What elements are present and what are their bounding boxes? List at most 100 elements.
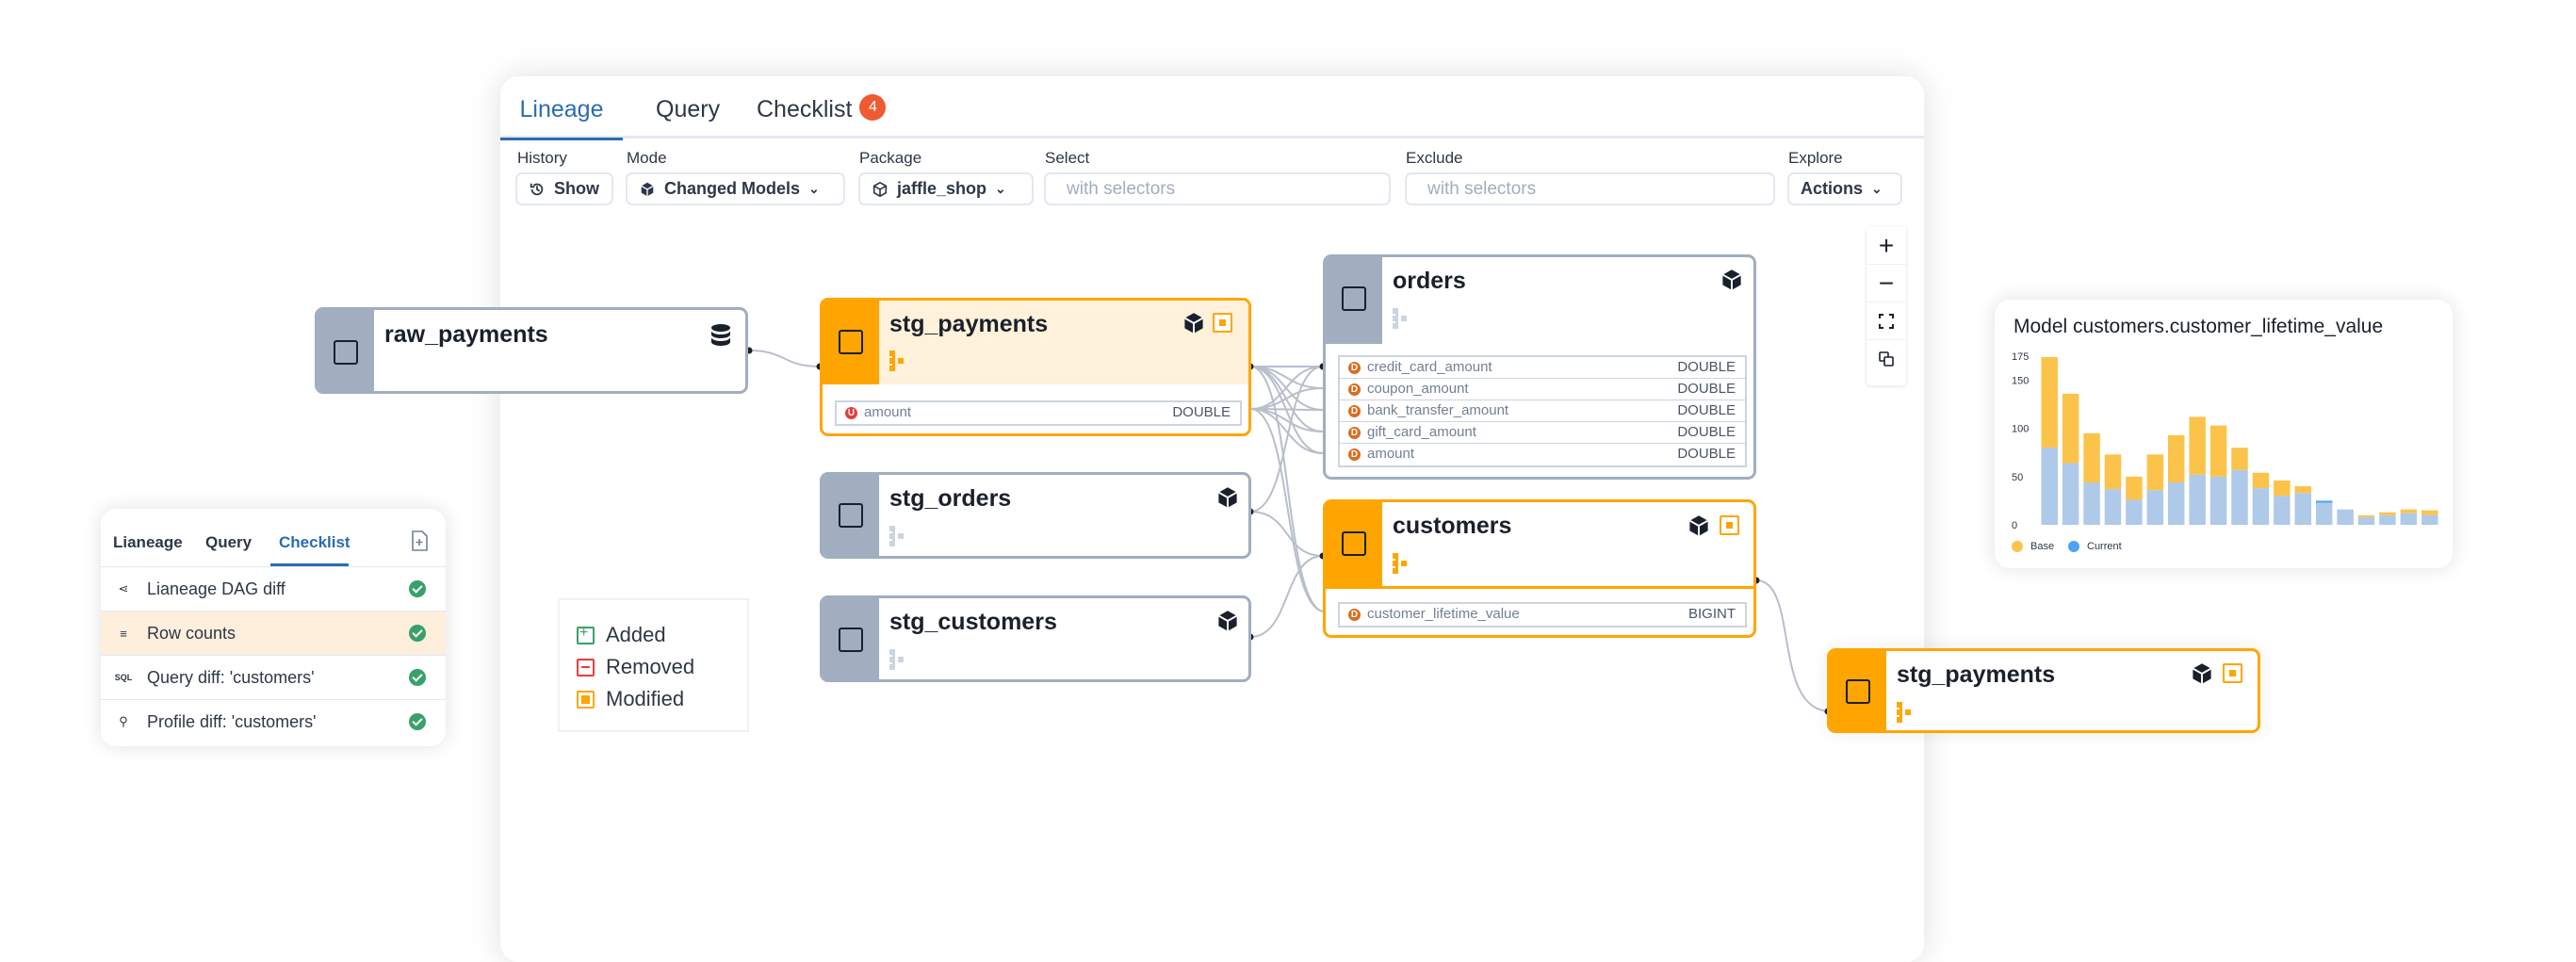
model-cube-icon (1183, 313, 1204, 334)
check-circle-icon (409, 713, 426, 730)
node-stg-orders[interactable]: stg_orders (820, 472, 1251, 559)
node-title: customers (1393, 513, 1512, 539)
legend-base: Base (2012, 541, 2054, 552)
base-bar (2209, 425, 2227, 477)
base-bar (2041, 357, 2058, 448)
checklist-item-selected[interactable]: ≡ Row counts (101, 611, 446, 655)
column-change-badge: U (845, 407, 857, 419)
lineage-icon[interactable] (1897, 702, 1916, 723)
lineage-icon[interactable] (889, 351, 908, 371)
node-raw-payments[interactable]: raw_payments (315, 307, 748, 394)
node-side-bar (823, 475, 879, 556)
base-bar (2252, 472, 2270, 489)
modified-status-icon (1720, 515, 1739, 535)
card-tab-lineage[interactable]: Lianeage (113, 533, 183, 552)
column-change-badge: D (1348, 448, 1361, 461)
node-title: stg_payments (1897, 661, 2056, 688)
node-stg-payments[interactable]: stg_payments U amount DOUBLE (820, 298, 1251, 436)
lineage-icon[interactable] (889, 526, 908, 546)
node-side-bar (1830, 651, 1886, 730)
column-change-badge: D (1348, 405, 1361, 417)
column-name: credit_card_amount (1367, 359, 1492, 375)
node-divider (1326, 586, 1753, 589)
base-bar (2379, 512, 2396, 515)
card-tab-query[interactable]: Query (205, 533, 252, 552)
column-row[interactable]: Dgift_card_amount DOUBLE (1340, 422, 1745, 444)
column-row[interactable]: Dcustomer_lifetime_value BIGINT (1340, 604, 1745, 626)
overlap-bar (2062, 463, 2079, 525)
node-stg-payments-focus[interactable]: stg_payments (1827, 648, 2260, 733)
model-cube-icon (1217, 487, 1238, 508)
column-row[interactable]: U amount DOUBLE (837, 402, 1240, 424)
legend-label: Current (2087, 541, 2122, 552)
base-bar (2357, 514, 2375, 517)
column-row[interactable]: Damount DOUBLE (1340, 444, 1745, 465)
base-bar (2146, 454, 2164, 491)
column-type: BIGINT (1687, 606, 1736, 622)
column-type: DOUBLE (1677, 402, 1736, 418)
column-type: DOUBLE (1677, 446, 1736, 462)
node-select-checkbox[interactable] (1846, 679, 1870, 704)
checklist-item[interactable]: ⚲ Profile diff: 'customers' (101, 699, 446, 743)
checklist-item[interactable]: ⋖ Lianeage DAG diff (101, 566, 446, 611)
node-select-checkbox[interactable] (839, 503, 863, 528)
overlap-bar (2126, 499, 2143, 525)
legend-current: Current (2068, 541, 2122, 552)
check-circle-icon (409, 625, 426, 642)
overlap-bar (2337, 509, 2354, 525)
node-stg-customers[interactable]: stg_customers (820, 595, 1251, 682)
lineage-icon[interactable] (889, 649, 908, 670)
overlap-bar (2274, 496, 2291, 525)
overlap-bar (2189, 474, 2206, 525)
column-row[interactable]: Dcoupon_amount DOUBLE (1340, 379, 1745, 400)
column-table: U amount DOUBLE (835, 400, 1242, 426)
lineage-icon: ⋖ (118, 581, 129, 595)
overlap-bar (2146, 490, 2164, 525)
model-cube-icon (1217, 611, 1238, 631)
checklist-item-label: Row counts (147, 623, 236, 643)
overlap-bar (2041, 448, 2058, 525)
sql-icon: SQL (114, 673, 133, 682)
modified-status-icon (2223, 663, 2242, 683)
overlap-bar (2167, 481, 2185, 525)
checklist-item-label: Lianeage DAG diff (147, 579, 285, 598)
column-row[interactable]: Dcredit_card_amount DOUBLE (1340, 357, 1745, 379)
y-tick-label: 150 (2012, 376, 2029, 387)
base-bar (2274, 480, 2291, 497)
node-title: orders (1393, 268, 1466, 294)
node-title: stg_orders (889, 485, 1012, 512)
node-select-checkbox[interactable] (334, 340, 358, 365)
column-name: coupon_amount (1367, 381, 1469, 397)
card-tab-checklist[interactable]: Checklist (279, 533, 351, 552)
y-tick-label: 175 (2012, 351, 2029, 363)
overlap-bar (2315, 502, 2333, 525)
checklist-item[interactable]: SQL Query diff: 'customers' (101, 655, 446, 699)
check-circle-icon (409, 580, 426, 597)
add-check-icon[interactable] (411, 530, 428, 551)
node-select-checkbox[interactable] (1342, 531, 1366, 556)
base-bar (2400, 509, 2418, 514)
lineage-icon[interactable] (1393, 308, 1411, 329)
lineage-icon[interactable] (1393, 553, 1411, 574)
node-title: stg_customers (889, 609, 1057, 635)
column-table: Dcustomer_lifetime_value BIGINT (1338, 602, 1747, 628)
node-select-checkbox[interactable] (839, 330, 863, 354)
column-change-badge: D (1348, 609, 1361, 621)
node-orders[interactable]: orders Dcredit_card_amount DOUBLE Dcoupon… (1323, 254, 1756, 480)
node-customers[interactable]: customers Dcustomer_lifetime_value BIGINT (1323, 499, 1756, 638)
node-side-bar (1326, 257, 1382, 344)
column-name: amount (864, 404, 912, 420)
column-name: bank_transfer_amount (1367, 402, 1509, 418)
base-bar (2126, 476, 2143, 500)
row-count-icon: ≡ (120, 626, 127, 641)
check-circle-icon (409, 669, 426, 686)
legend-label: Base (2030, 541, 2055, 552)
column-row[interactable]: Dbank_transfer_amount DOUBLE (1340, 400, 1745, 422)
node-side-bar (823, 598, 879, 679)
overlap-bar (2231, 469, 2248, 525)
node-select-checkbox[interactable] (1342, 286, 1366, 311)
column-type: DOUBLE (1172, 404, 1231, 420)
node-title: raw_payments (384, 321, 548, 348)
node-select-checkbox[interactable] (839, 628, 863, 652)
model-cube-icon (2192, 663, 2212, 684)
